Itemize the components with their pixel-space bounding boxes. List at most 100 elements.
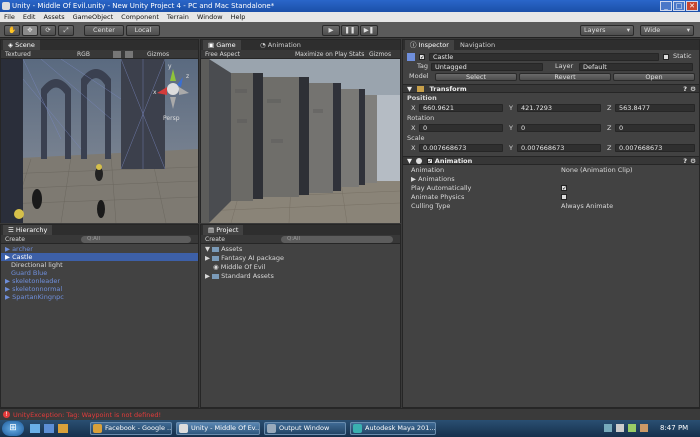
- menu-component[interactable]: Component: [121, 12, 159, 22]
- tray-network-icon[interactable]: [604, 424, 612, 432]
- scale-y-field[interactable]: 0.007668673: [517, 144, 601, 152]
- folder-icon[interactable]: [58, 424, 68, 433]
- start-button[interactable]: ⊞: [2, 421, 24, 436]
- animation-header[interactable]: ▼ ✓ Animation ? ⚙: [403, 156, 699, 165]
- taskbar-app-output[interactable]: Output Window: [264, 422, 346, 435]
- pause-button[interactable]: ❚❚: [341, 25, 359, 36]
- explorer-icon[interactable]: [30, 424, 40, 433]
- scale-x-field[interactable]: 0.007668673: [419, 144, 503, 152]
- object-name-field[interactable]: Castle: [429, 53, 659, 61]
- open-button[interactable]: Open: [613, 73, 695, 81]
- static-checkbox[interactable]: [663, 54, 669, 60]
- list-item[interactable]: ▶ archer: [1, 245, 198, 253]
- culling-type-dropdown[interactable]: Always Animate: [561, 202, 613, 211]
- rotation-y-field[interactable]: 0: [517, 124, 601, 132]
- list-item[interactable]: ▶ Standard Assets: [201, 272, 400, 281]
- tray-security-icon[interactable]: [628, 424, 636, 432]
- hierarchy-create-dropdown[interactable]: Create: [5, 235, 25, 244]
- hierarchy-search-input[interactable]: Q:All: [81, 236, 191, 243]
- play-automatically-checkbox[interactable]: ✓: [561, 185, 567, 192]
- maximize-button[interactable]: □: [673, 1, 685, 11]
- scale-z-field[interactable]: 0.007668673: [615, 144, 695, 152]
- tray-volume-icon[interactable]: [616, 424, 624, 432]
- animation-enabled-checkbox[interactable]: ✓: [426, 158, 433, 165]
- position-y-field[interactable]: 421.7293: [517, 104, 601, 112]
- step-button[interactable]: ▶❚: [360, 25, 378, 36]
- chevron-down-icon[interactable]: ▼: [205, 245, 210, 253]
- game-gizmos-dropdown[interactable]: Gizmos: [369, 50, 391, 59]
- tab-scene[interactable]: ◈ Scene: [3, 40, 40, 50]
- orientation-gizmo[interactable]: y x z Persp: [153, 63, 193, 125]
- chevron-right-icon[interactable]: ▶: [5, 277, 10, 285]
- position-x-field[interactable]: 660.9621: [419, 104, 503, 112]
- tray-app-icon[interactable]: [640, 424, 648, 432]
- scene-rgb-mode[interactable]: RGB: [77, 50, 90, 59]
- menu-window[interactable]: Window: [197, 12, 223, 22]
- move-tool-button[interactable]: ✥: [22, 25, 38, 36]
- list-item[interactable]: ▶ SpartanKingnpc: [1, 293, 198, 301]
- chevron-right-icon[interactable]: ▶: [5, 285, 10, 293]
- animation-clip-field[interactable]: None (Animation Clip): [561, 166, 633, 175]
- tag-dropdown[interactable]: Untagged: [431, 63, 543, 71]
- tab-game[interactable]: ▣ Game: [203, 40, 241, 50]
- tab-animation[interactable]: ◔ Animation: [255, 40, 306, 50]
- taskbar-app-maya[interactable]: Autodesk Maya 201...: [350, 422, 436, 435]
- help-icon[interactable]: ?: [683, 85, 687, 93]
- tab-navigation[interactable]: Navigation: [455, 40, 500, 50]
- list-item[interactable]: Guard Blue: [1, 269, 198, 277]
- project-search-input[interactable]: Q:All: [281, 236, 393, 243]
- layers-dropdown[interactable]: Layers ▾: [580, 25, 634, 36]
- tab-inspector[interactable]: ⓘ Inspector: [405, 40, 454, 50]
- active-checkbox[interactable]: ✓: [419, 54, 425, 61]
- list-item[interactable]: ▶ Fantasy AI package: [201, 254, 400, 263]
- close-button[interactable]: ✕: [686, 1, 698, 11]
- taskbar-clock[interactable]: 8:47 PM: [660, 420, 688, 437]
- position-z-field[interactable]: 563.8477: [615, 104, 695, 112]
- minimize-button[interactable]: _: [660, 1, 672, 11]
- menu-edit[interactable]: Edit: [23, 12, 36, 22]
- taskbar-app-facebook[interactable]: Facebook - Google ...: [90, 422, 172, 435]
- rotation-z-field[interactable]: 0: [615, 124, 695, 132]
- tab-project[interactable]: ▤ Project: [203, 225, 244, 235]
- scene-render-mode[interactable]: Textured: [5, 50, 31, 59]
- rotate-tool-button[interactable]: ⟳: [40, 25, 56, 36]
- status-bar[interactable]: ! UnityException: Tag: Waypoint is not d…: [0, 408, 700, 420]
- menu-help[interactable]: Help: [231, 12, 246, 22]
- taskbar-app-unity[interactable]: Unity - Middle Of Ev...: [176, 422, 260, 435]
- list-item[interactable]: Directional light: [1, 261, 198, 269]
- layout-dropdown[interactable]: Wide ▾: [640, 25, 694, 36]
- select-button[interactable]: Select: [435, 73, 517, 81]
- scene-lighting-toggle[interactable]: [113, 51, 121, 58]
- list-item[interactable]: ▼ Assets: [201, 245, 400, 254]
- play-button[interactable]: ▶: [322, 25, 340, 36]
- list-item[interactable]: ◉ Middle Of Evil: [201, 263, 400, 272]
- scene-fx-toggle[interactable]: [125, 51, 133, 58]
- help-icon[interactable]: ?: [683, 157, 687, 165]
- chevron-right-icon[interactable]: ▶: [205, 254, 210, 262]
- menu-terrain[interactable]: Terrain: [167, 12, 189, 22]
- animate-physics-checkbox[interactable]: [561, 194, 567, 200]
- scene-gizmos-dropdown[interactable]: Gizmos: [147, 50, 169, 59]
- project-create-dropdown[interactable]: Create: [205, 235, 225, 244]
- chevron-right-icon[interactable]: ▶: [205, 272, 210, 280]
- layer-dropdown[interactable]: Default: [579, 63, 693, 71]
- hand-tool-button[interactable]: ✋: [4, 25, 20, 36]
- browser-icon[interactable]: [44, 424, 54, 433]
- chevron-right-icon[interactable]: ▶: [5, 245, 10, 253]
- game-viewport[interactable]: [201, 59, 400, 223]
- list-item[interactable]: ▶ skeletonnormal: [1, 285, 198, 293]
- transform-header[interactable]: ▼ Transform ? ⚙: [403, 84, 699, 93]
- pivot-center-button[interactable]: Center: [84, 25, 124, 36]
- revert-button[interactable]: Revert: [519, 73, 611, 81]
- gear-icon[interactable]: ⚙: [690, 85, 696, 93]
- chevron-right-icon[interactable]: ▶: [5, 293, 10, 301]
- chevron-right-icon[interactable]: ▶: [5, 253, 10, 261]
- stats-toggle[interactable]: Stats: [349, 50, 364, 59]
- menu-file[interactable]: File: [4, 12, 15, 22]
- animations-foldout[interactable]: ▶ Animations: [411, 175, 455, 184]
- game-aspect-dropdown[interactable]: Free Aspect: [205, 50, 240, 59]
- rotation-x-field[interactable]: 0: [419, 124, 503, 132]
- gear-icon[interactable]: ⚙: [690, 157, 696, 165]
- scene-viewport[interactable]: y x z Persp: [1, 59, 198, 223]
- pivot-local-button[interactable]: Local: [126, 25, 160, 36]
